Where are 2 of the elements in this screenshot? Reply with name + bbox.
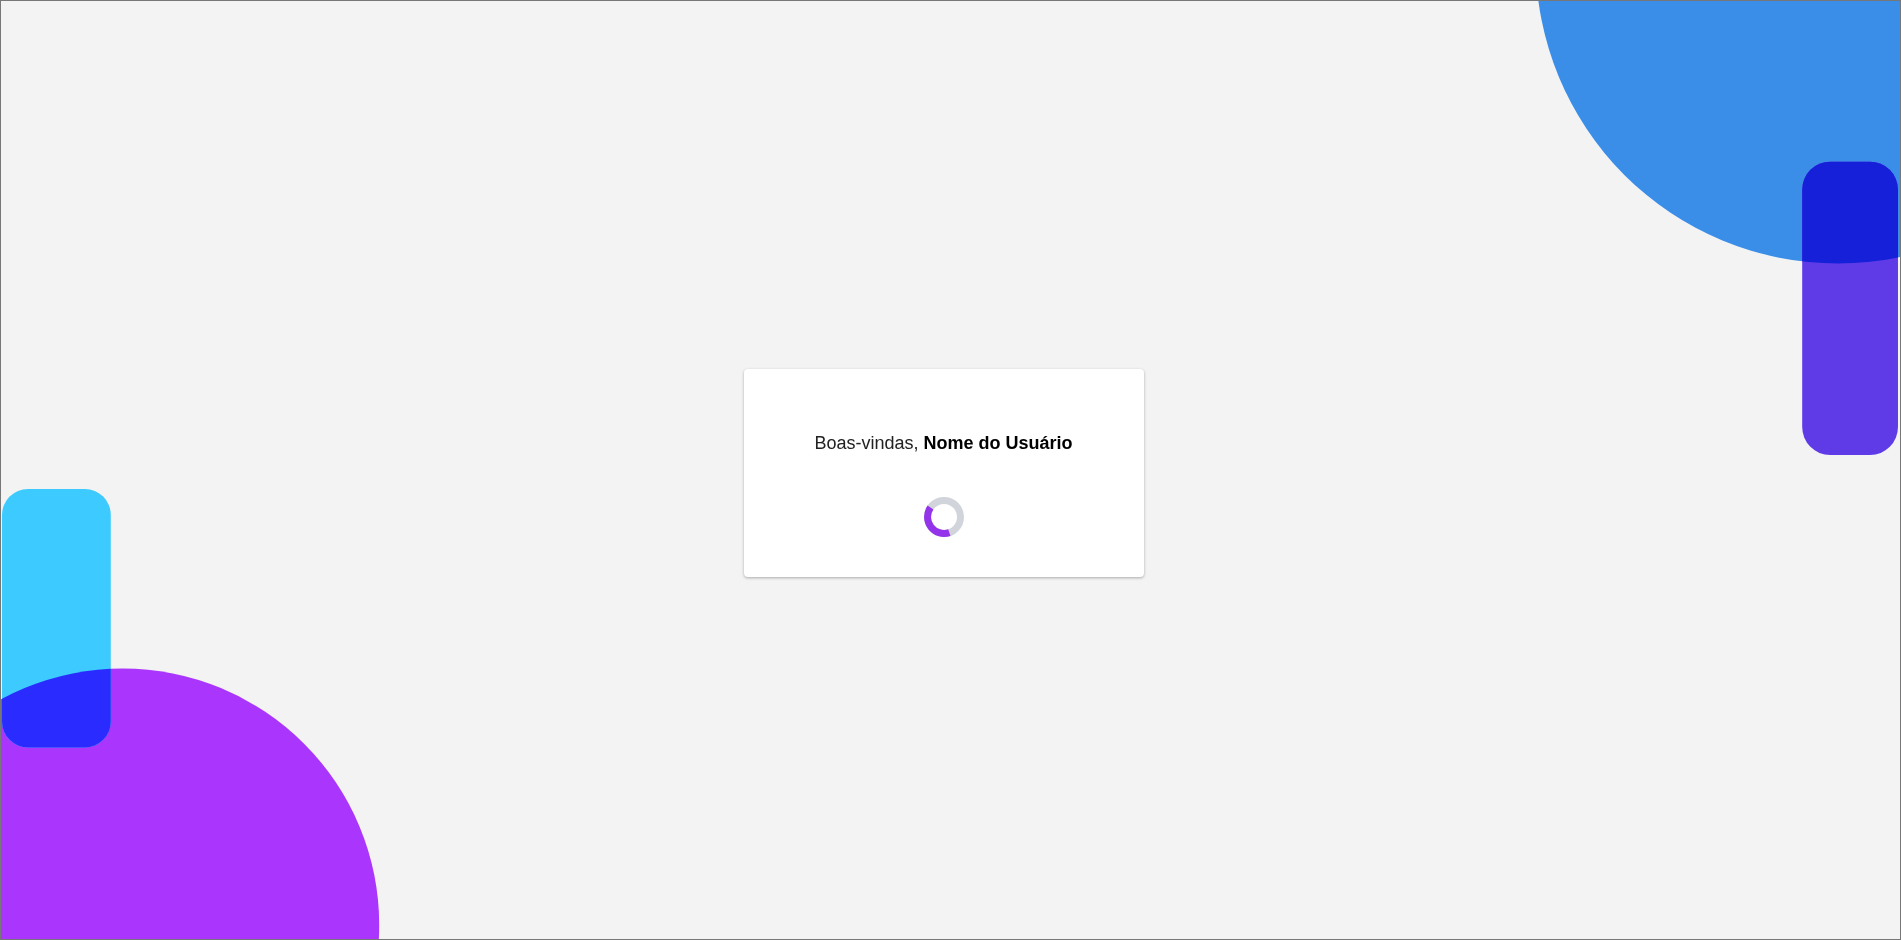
welcome-text: Boas-vindas, Nome do Usuário	[814, 432, 1073, 454]
loading-spinner-icon	[922, 495, 965, 538]
